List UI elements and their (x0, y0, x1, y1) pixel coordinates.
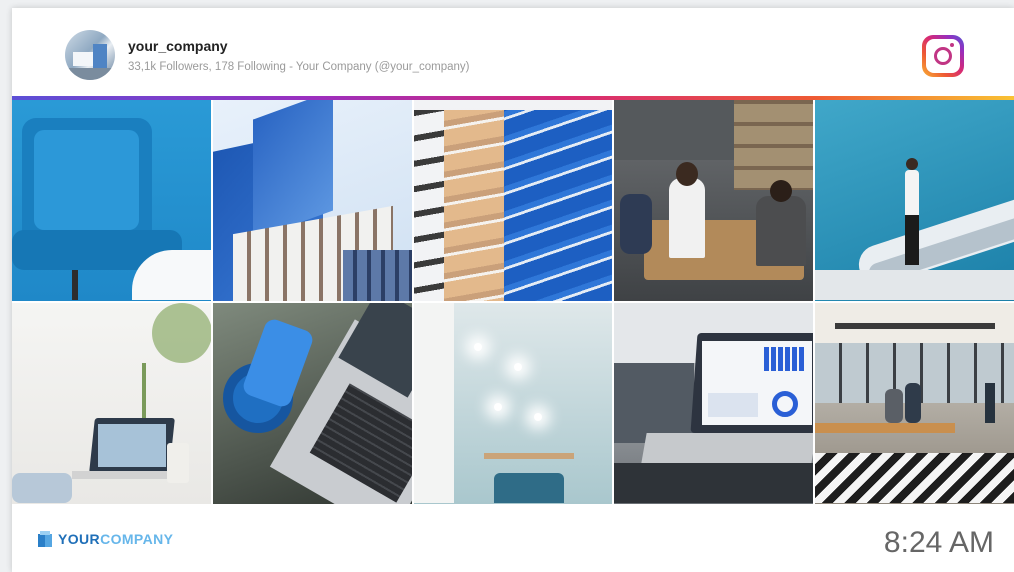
profile-username[interactable]: your_company (128, 38, 228, 54)
logo-word-company: COMPANY (100, 531, 174, 547)
photo-tile-meeting[interactable] (614, 100, 814, 301)
logo-word-your: YOUR (58, 531, 101, 547)
photo-tile-pencils[interactable] (413, 100, 613, 301)
photo-tile-laptop-charts[interactable] (614, 303, 814, 504)
photo-tile-laptop-desk[interactable] (12, 303, 211, 504)
clock-time: 8:24 AM (883, 526, 994, 559)
cube-logo-icon (38, 531, 52, 547)
photo-tile-open-office[interactable] (815, 303, 1014, 504)
profile-header: your_company 33,1k Followers, 178 Follow… (12, 8, 1014, 98)
photo-grid (12, 100, 1014, 504)
card-footer: YOUR COMPANY 8:24 AM (12, 504, 1014, 572)
photo-tile-blue-chair[interactable] (12, 100, 211, 301)
instagram-feed-card: your_company 33,1k Followers, 178 Follow… (12, 8, 1014, 572)
photo-tile-headphones[interactable] (212, 303, 412, 504)
instagram-icon[interactable] (922, 35, 964, 77)
avatar[interactable] (65, 30, 115, 80)
photo-tile-building[interactable] (212, 100, 412, 301)
photo-tile-wall-lamps[interactable] (413, 303, 613, 504)
profile-stats: 33,1k Followers, 178 Following - Your Co… (128, 61, 470, 73)
company-logo[interactable]: YOUR COMPANY (38, 529, 173, 549)
photo-tile-escalator[interactable] (815, 100, 1014, 301)
